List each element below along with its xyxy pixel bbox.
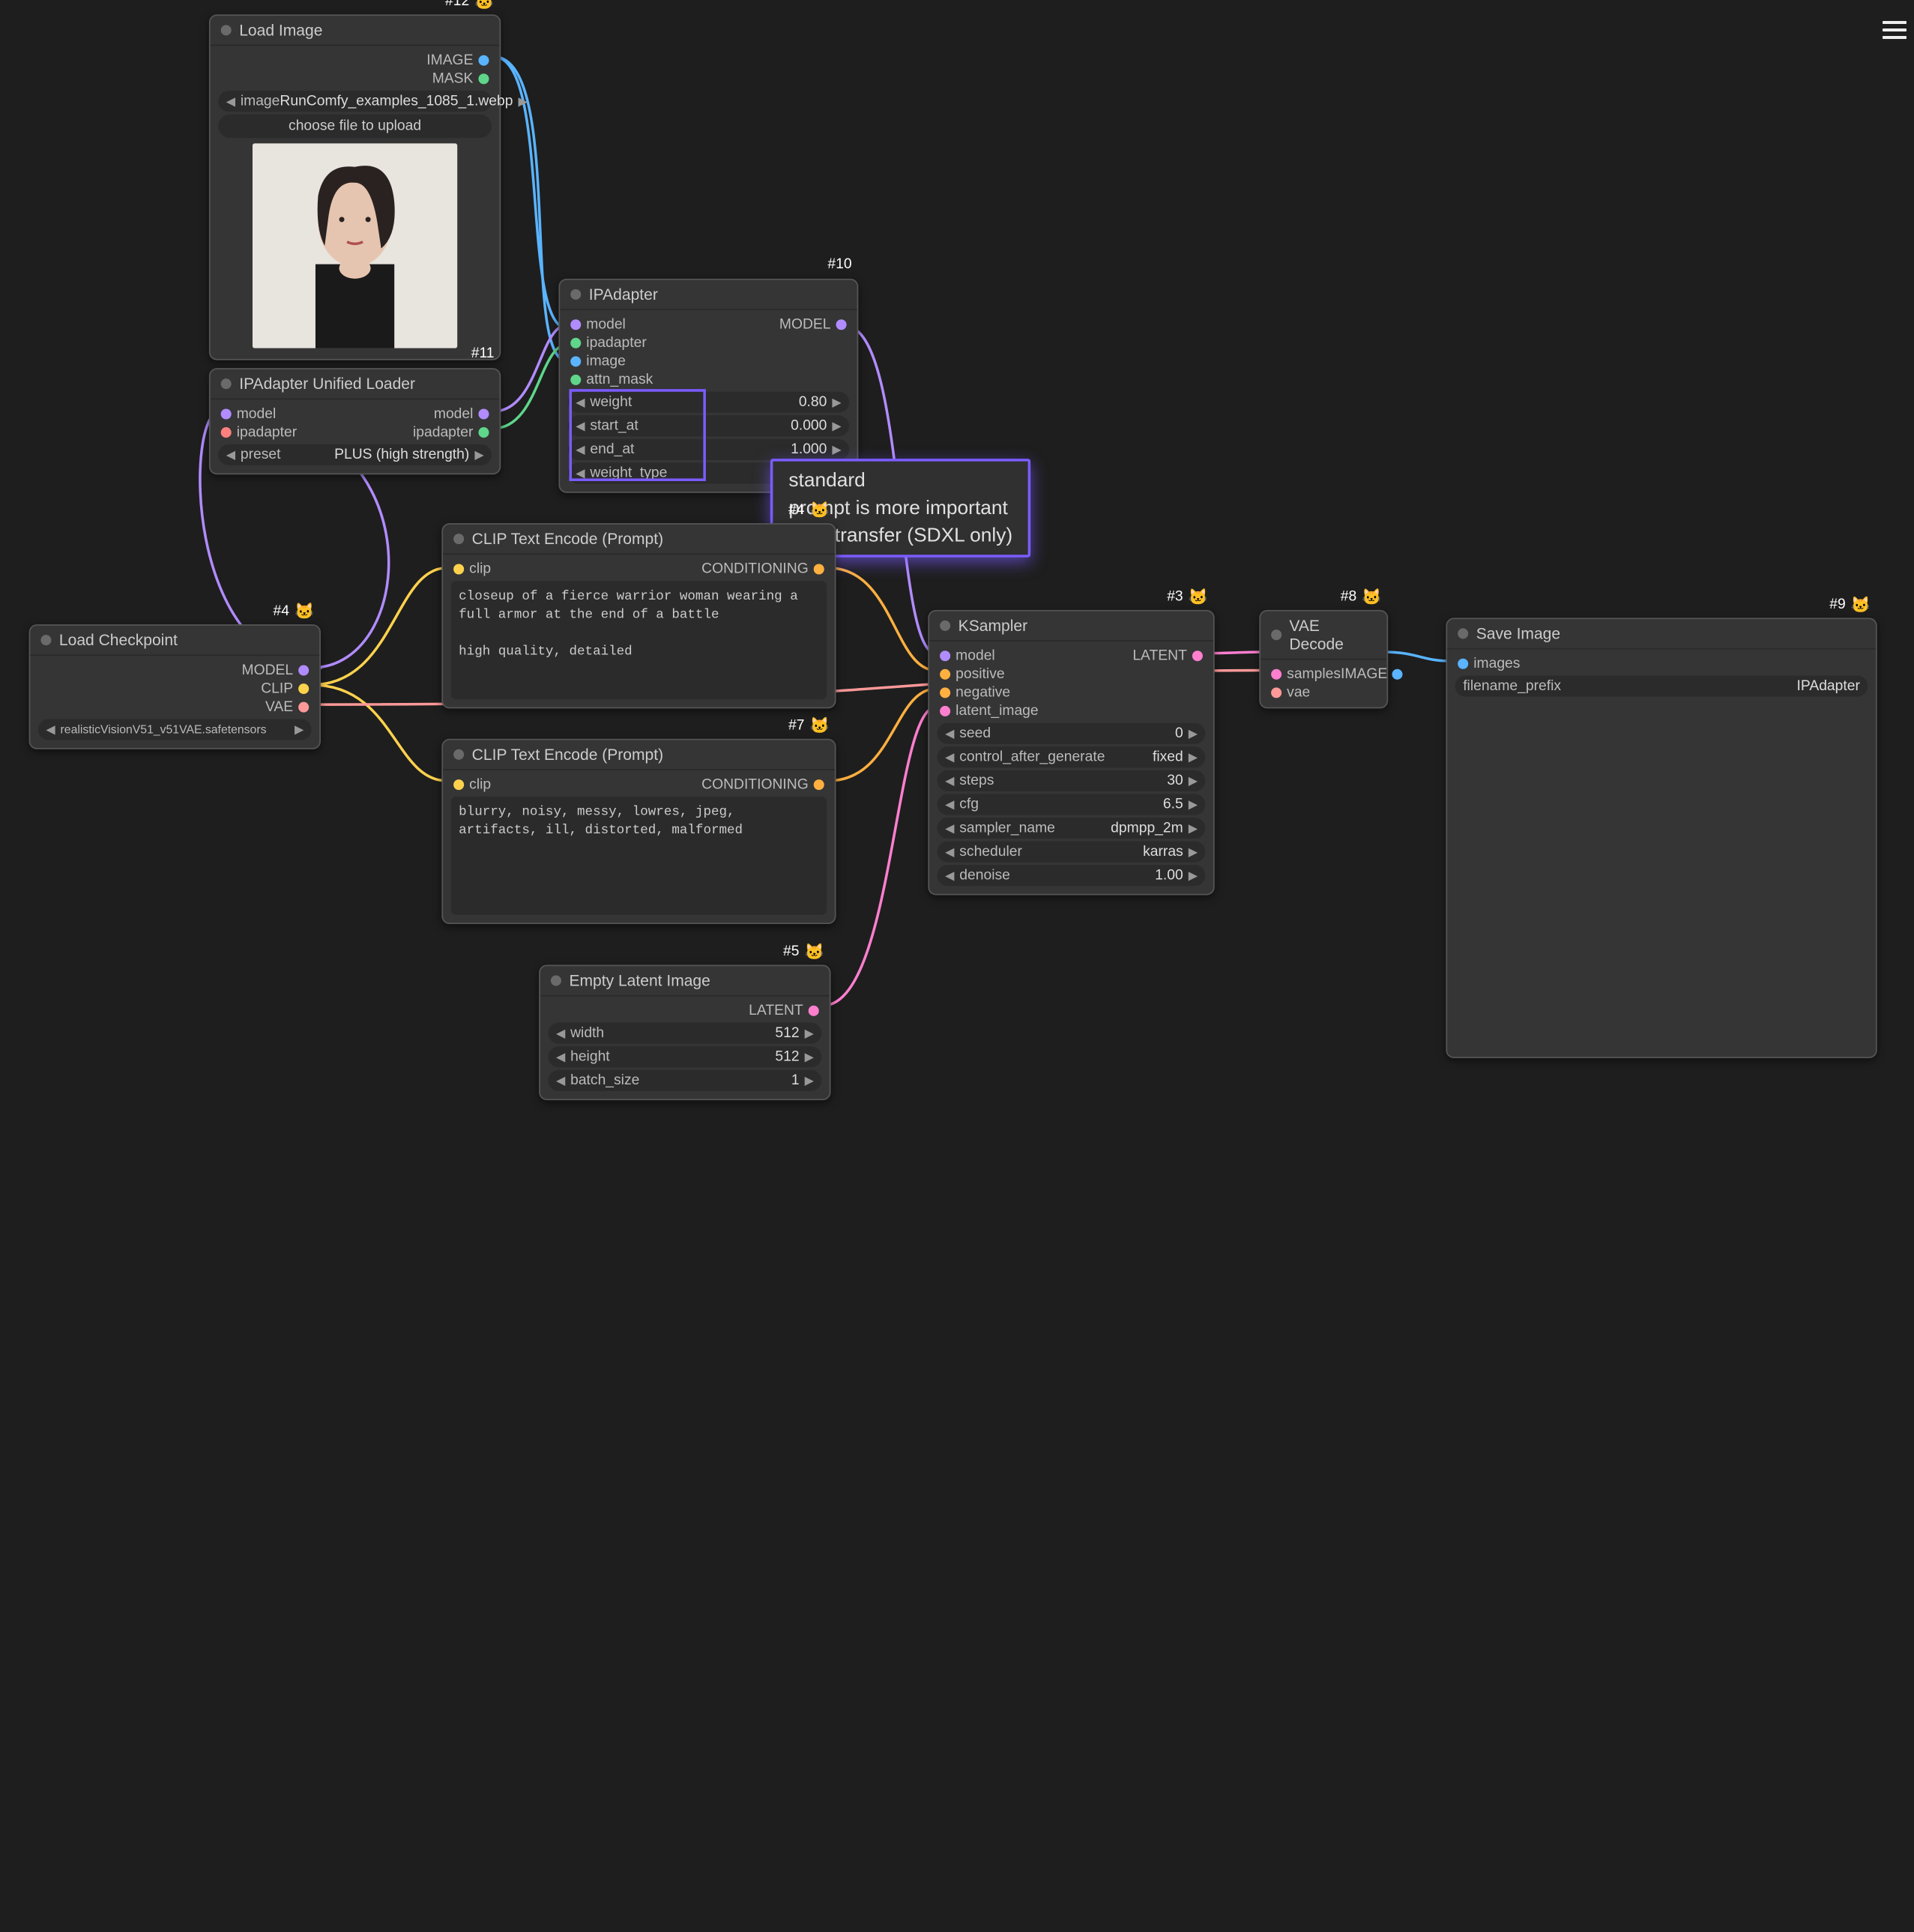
node-clip-positive[interactable]: #4🐱 CLIP Text Encode (Prompt) clipCONDIT… — [441, 523, 836, 708]
prompt-textarea[interactable]: closeup of a fierce warrior woman wearin… — [451, 581, 827, 699]
node-ipadapter-loader[interactable]: #11 IPAdapter Unified Loader modelmodel … — [209, 368, 501, 474]
node-graph-canvas[interactable]: #12🐱 Load Image IMAGE MASK imageRunComfy… — [0, 0, 1914, 1932]
node-header[interactable]: Load Image — [211, 16, 500, 46]
node-badge: #7🐱 — [788, 716, 830, 735]
end-at-widget[interactable]: end_at1.000 — [568, 439, 849, 460]
node-header[interactable]: VAE Decode — [1261, 612, 1386, 660]
node-header[interactable]: CLIP Text Encode (Prompt) — [443, 740, 835, 770]
weight-widget[interactable]: weight0.80 — [568, 392, 849, 413]
node-header[interactable]: CLIP Text Encode (Prompt) — [443, 525, 835, 555]
image-select-widget[interactable]: imageRunComfy_examples_1085_1.webp — [218, 91, 492, 112]
height-widget[interactable]: height512 — [548, 1046, 821, 1067]
node-badge: #11 — [471, 345, 495, 361]
prompt-textarea[interactable]: blurry, noisy, messy, lowres, jpeg, arti… — [451, 797, 827, 915]
scheduler-widget[interactable]: schedulerkarras — [938, 842, 1206, 863]
node-ksampler[interactable]: #3🐱 KSampler modelLATENT positive negati… — [928, 610, 1214, 896]
node-header[interactable]: IPAdapter Unified Loader — [211, 369, 500, 399]
start-at-widget[interactable]: start_at0.000 — [568, 415, 849, 436]
node-save-image[interactable]: #9🐱 Save Image images filename_prefixIPA… — [1446, 618, 1877, 1058]
node-badge: #3🐱 — [1167, 588, 1208, 606]
node-empty-latent[interactable]: #5🐱 Empty Latent Image LATENT width512 h… — [539, 965, 830, 1100]
node-badge: #9🐱 — [1829, 596, 1871, 615]
sampler-name-widget[interactable]: sampler_namedpmpp_2m — [938, 818, 1206, 839]
node-header[interactable]: KSampler — [929, 612, 1213, 642]
node-load-checkpoint[interactable]: #4🐱 Load Checkpoint MODEL CLIP VAE reali… — [29, 624, 321, 749]
denoise-widget[interactable]: denoise1.00 — [938, 865, 1206, 886]
node-badge: #5🐱 — [783, 943, 824, 962]
ckpt-widget[interactable]: realisticVisionV51_v51VAE.safetensors — [38, 719, 312, 740]
node-badge: #12🐱 — [445, 0, 494, 10]
seed-widget[interactable]: seed0 — [938, 723, 1206, 744]
node-header[interactable]: Save Image — [1447, 619, 1876, 649]
hamburger-menu-icon[interactable] — [1883, 21, 1907, 39]
cfg-widget[interactable]: cfg6.5 — [938, 794, 1206, 815]
dropdown-item[interactable]: standard — [783, 467, 1018, 495]
steps-widget[interactable]: steps30 — [938, 770, 1206, 791]
node-clip-negative[interactable]: #7🐱 CLIP Text Encode (Prompt) clipCONDIT… — [441, 739, 836, 924]
node-header[interactable]: Empty Latent Image — [540, 966, 830, 996]
width-widget[interactable]: width512 — [548, 1023, 821, 1044]
batch-size-widget[interactable]: batch_size1 — [548, 1070, 821, 1091]
node-badge: #4🐱 — [788, 501, 830, 519]
control-after-generate-widget[interactable]: control_after_generatefixed — [938, 746, 1206, 767]
image-preview — [253, 143, 458, 348]
node-load-image[interactable]: #12🐱 Load Image IMAGE MASK imageRunComfy… — [209, 14, 501, 360]
filename-prefix-widget[interactable]: filename_prefixIPAdapter — [1455, 676, 1868, 697]
node-badge: #10 — [827, 256, 851, 272]
node-vae-decode[interactable]: #8🐱 VAE Decode samplesIMAGE vae — [1259, 610, 1388, 709]
node-badge: #8🐱 — [1341, 588, 1382, 606]
node-header[interactable]: Load Checkpoint — [30, 626, 319, 656]
upload-button[interactable]: choose file to upload — [218, 115, 492, 139]
node-header[interactable]: IPAdapter — [560, 280, 857, 310]
preset-widget[interactable]: presetPLUS (high strength) — [218, 444, 492, 465]
node-badge: #4🐱 — [273, 602, 314, 621]
